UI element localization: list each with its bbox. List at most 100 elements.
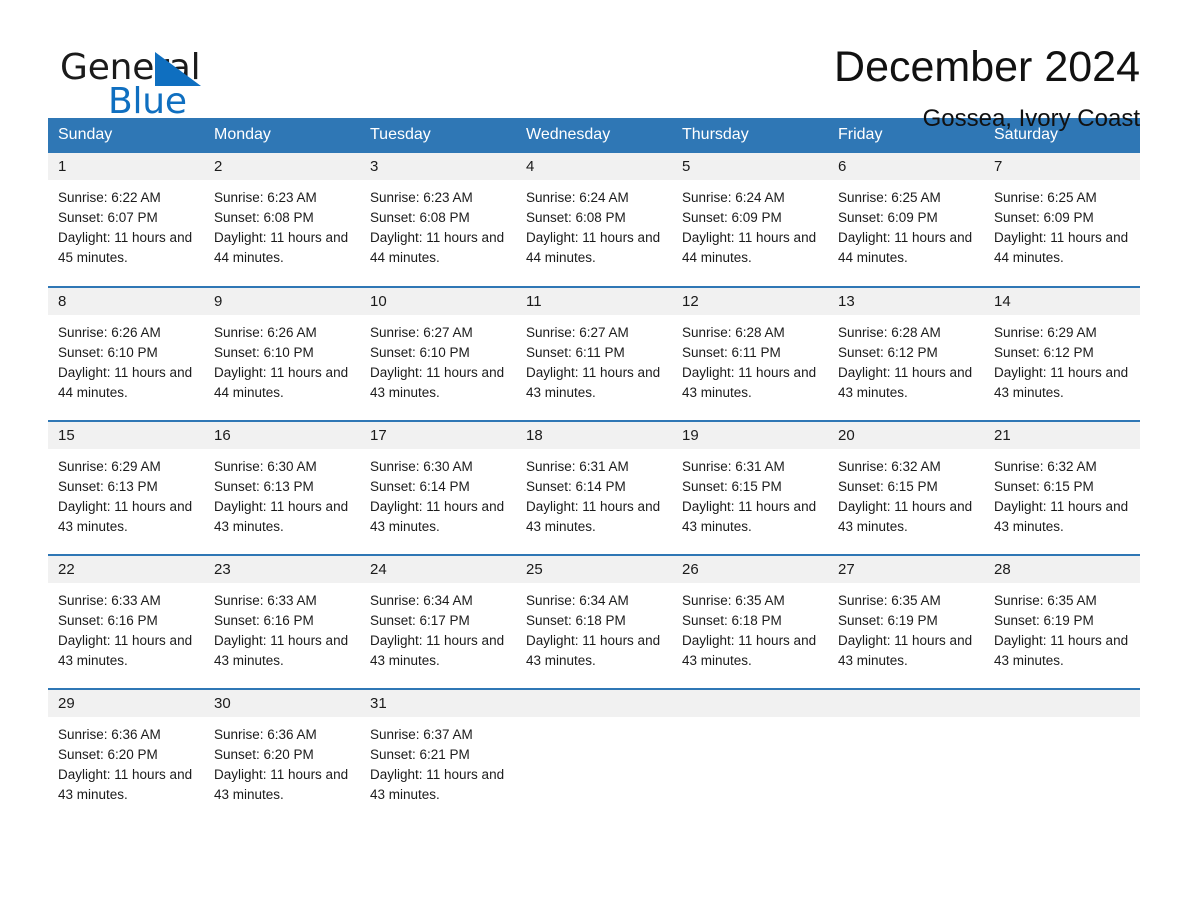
sunset-text: Sunset: 6:15 PM <box>838 479 938 494</box>
day-cell[interactable]: 17 Sunrise: 6:30 AM Sunset: 6:14 PM Dayl… <box>360 420 516 555</box>
week-row: 8 Sunrise: 6:26 AM Sunset: 6:10 PM Dayli… <box>48 286 1140 421</box>
daylight-text: Daylight: 11 hours and 44 minutes. <box>682 230 817 265</box>
day-details: Sunrise: 6:36 AM Sunset: 6:20 PM Dayligh… <box>48 717 204 805</box>
day-number <box>984 690 1140 717</box>
day-cell[interactable]: 25 Sunrise: 6:34 AM Sunset: 6:18 PM Dayl… <box>516 554 672 689</box>
day-cell[interactable]: 5 Sunrise: 6:24 AM Sunset: 6:09 PM Dayli… <box>672 153 828 287</box>
sunrise-text: Sunrise: 6:23 AM <box>214 190 317 205</box>
day-details: Sunrise: 6:27 AM Sunset: 6:11 PM Dayligh… <box>516 315 672 403</box>
daylight-text: Daylight: 11 hours and 44 minutes. <box>838 230 973 265</box>
brand-logo[interactable]: General Blue <box>48 42 308 122</box>
daylight-text: Daylight: 11 hours and 43 minutes. <box>370 365 505 400</box>
daylight-text: Daylight: 11 hours and 44 minutes. <box>58 365 193 400</box>
daylight-text: Daylight: 11 hours and 43 minutes. <box>994 365 1129 400</box>
day-number: 29 <box>48 690 204 717</box>
day-number: 21 <box>984 422 1140 449</box>
sunrise-text: Sunrise: 6:36 AM <box>58 727 161 742</box>
page-header: General Blue December 2024 Gossea, Ivory… <box>48 0 1140 132</box>
sunset-text: Sunset: 6:13 PM <box>58 479 158 494</box>
sunrise-text: Sunrise: 6:27 AM <box>370 325 473 340</box>
day-details: Sunrise: 6:31 AM Sunset: 6:15 PM Dayligh… <box>672 449 828 537</box>
day-details: Sunrise: 6:35 AM Sunset: 6:19 PM Dayligh… <box>984 583 1140 671</box>
day-cell[interactable]: 4 Sunrise: 6:24 AM Sunset: 6:08 PM Dayli… <box>516 153 672 287</box>
day-cell[interactable]: 28 Sunrise: 6:35 AM Sunset: 6:19 PM Dayl… <box>984 554 1140 689</box>
day-details: Sunrise: 6:24 AM Sunset: 6:09 PM Dayligh… <box>672 180 828 268</box>
day-cell[interactable]: 13 Sunrise: 6:28 AM Sunset: 6:12 PM Dayl… <box>828 286 984 421</box>
day-number: 24 <box>360 556 516 583</box>
day-details: Sunrise: 6:33 AM Sunset: 6:16 PM Dayligh… <box>48 583 204 671</box>
day-details: Sunrise: 6:25 AM Sunset: 6:09 PM Dayligh… <box>984 180 1140 268</box>
day-cell[interactable]: 24 Sunrise: 6:34 AM Sunset: 6:17 PM Dayl… <box>360 554 516 689</box>
day-cell[interactable]: 26 Sunrise: 6:35 AM Sunset: 6:18 PM Dayl… <box>672 554 828 689</box>
day-cell[interactable]: 15 Sunrise: 6:29 AM Sunset: 6:13 PM Dayl… <box>48 420 204 555</box>
day-cell[interactable]: 6 Sunrise: 6:25 AM Sunset: 6:09 PM Dayli… <box>828 153 984 287</box>
day-number: 30 <box>204 690 360 717</box>
calendar-body: 1 Sunrise: 6:22 AM Sunset: 6:07 PM Dayli… <box>48 153 1140 823</box>
sunrise-text: Sunrise: 6:34 AM <box>370 593 473 608</box>
day-cell[interactable]: 31 Sunrise: 6:37 AM Sunset: 6:21 PM Dayl… <box>360 688 516 823</box>
day-cell[interactable]: 18 Sunrise: 6:31 AM Sunset: 6:14 PM Dayl… <box>516 420 672 555</box>
day-cell[interactable]: 22 Sunrise: 6:33 AM Sunset: 6:16 PM Dayl… <box>48 554 204 689</box>
day-cell[interactable]: 7 Sunrise: 6:25 AM Sunset: 6:09 PM Dayli… <box>984 153 1140 287</box>
day-number: 2 <box>204 153 360 180</box>
day-number: 16 <box>204 422 360 449</box>
sunset-text: Sunset: 6:09 PM <box>682 210 782 225</box>
day-cell[interactable]: 8 Sunrise: 6:26 AM Sunset: 6:10 PM Dayli… <box>48 286 204 421</box>
day-number: 18 <box>516 422 672 449</box>
daylight-text: Daylight: 11 hours and 43 minutes. <box>58 767 193 802</box>
day-details: Sunrise: 6:37 AM Sunset: 6:21 PM Dayligh… <box>360 717 516 805</box>
day-cell[interactable]: 27 Sunrise: 6:35 AM Sunset: 6:19 PM Dayl… <box>828 554 984 689</box>
daylight-text: Daylight: 11 hours and 43 minutes. <box>214 499 349 534</box>
day-cell[interactable]: 11 Sunrise: 6:27 AM Sunset: 6:11 PM Dayl… <box>516 286 672 421</box>
daylight-text: Daylight: 11 hours and 43 minutes. <box>526 633 661 668</box>
sunset-text: Sunset: 6:11 PM <box>682 345 781 360</box>
day-cell[interactable]: 23 Sunrise: 6:33 AM Sunset: 6:16 PM Dayl… <box>204 554 360 689</box>
day-details: Sunrise: 6:30 AM Sunset: 6:14 PM Dayligh… <box>360 449 516 537</box>
sunset-text: Sunset: 6:09 PM <box>994 210 1094 225</box>
sunset-text: Sunset: 6:11 PM <box>526 345 625 360</box>
sunrise-text: Sunrise: 6:26 AM <box>214 325 317 340</box>
sunrise-text: Sunrise: 6:29 AM <box>58 459 161 474</box>
daylight-text: Daylight: 11 hours and 44 minutes. <box>214 230 349 265</box>
day-details <box>984 717 1140 725</box>
day-cell[interactable]: 9 Sunrise: 6:26 AM Sunset: 6:10 PM Dayli… <box>204 286 360 421</box>
day-cell[interactable]: 3 Sunrise: 6:23 AM Sunset: 6:08 PM Dayli… <box>360 153 516 287</box>
day-number: 10 <box>360 288 516 315</box>
day-cell[interactable]: 21 Sunrise: 6:32 AM Sunset: 6:15 PM Dayl… <box>984 420 1140 555</box>
sunset-text: Sunset: 6:14 PM <box>526 479 626 494</box>
day-cell[interactable]: 14 Sunrise: 6:29 AM Sunset: 6:12 PM Dayl… <box>984 286 1140 421</box>
day-number: 3 <box>360 153 516 180</box>
day-cell[interactable]: 1 Sunrise: 6:22 AM Sunset: 6:07 PM Dayli… <box>48 153 204 287</box>
sunrise-text: Sunrise: 6:31 AM <box>682 459 785 474</box>
sunrise-text: Sunrise: 6:35 AM <box>838 593 941 608</box>
day-details: Sunrise: 6:28 AM Sunset: 6:11 PM Dayligh… <box>672 315 828 403</box>
day-cell[interactable]: 16 Sunrise: 6:30 AM Sunset: 6:13 PM Dayl… <box>204 420 360 555</box>
weekday-header-sunday: Sunday <box>48 118 204 153</box>
sunset-text: Sunset: 6:09 PM <box>838 210 938 225</box>
daylight-text: Daylight: 11 hours and 43 minutes. <box>682 633 817 668</box>
sunrise-text: Sunrise: 6:31 AM <box>526 459 629 474</box>
day-cell[interactable]: 10 Sunrise: 6:27 AM Sunset: 6:10 PM Dayl… <box>360 286 516 421</box>
day-cell[interactable]: 29 Sunrise: 6:36 AM Sunset: 6:20 PM Dayl… <box>48 688 204 823</box>
sunrise-text: Sunrise: 6:22 AM <box>58 190 161 205</box>
day-details: Sunrise: 6:24 AM Sunset: 6:08 PM Dayligh… <box>516 180 672 268</box>
daylight-text: Daylight: 11 hours and 43 minutes. <box>370 499 505 534</box>
sunrise-text: Sunrise: 6:24 AM <box>526 190 629 205</box>
day-details: Sunrise: 6:22 AM Sunset: 6:07 PM Dayligh… <box>48 180 204 268</box>
daylight-text: Daylight: 11 hours and 43 minutes. <box>682 365 817 400</box>
sunset-text: Sunset: 6:20 PM <box>214 747 314 762</box>
day-details: Sunrise: 6:26 AM Sunset: 6:10 PM Dayligh… <box>48 315 204 403</box>
day-cell[interactable]: 2 Sunrise: 6:23 AM Sunset: 6:08 PM Dayli… <box>204 153 360 287</box>
day-number: 26 <box>672 556 828 583</box>
day-cell[interactable]: 19 Sunrise: 6:31 AM Sunset: 6:15 PM Dayl… <box>672 420 828 555</box>
day-details: Sunrise: 6:26 AM Sunset: 6:10 PM Dayligh… <box>204 315 360 403</box>
daylight-text: Daylight: 11 hours and 43 minutes. <box>682 499 817 534</box>
week-row: 29 Sunrise: 6:36 AM Sunset: 6:20 PM Dayl… <box>48 688 1140 823</box>
daylight-text: Daylight: 11 hours and 45 minutes. <box>58 230 193 265</box>
day-details: Sunrise: 6:23 AM Sunset: 6:08 PM Dayligh… <box>360 180 516 268</box>
day-details: Sunrise: 6:30 AM Sunset: 6:13 PM Dayligh… <box>204 449 360 537</box>
day-cell[interactable]: 30 Sunrise: 6:36 AM Sunset: 6:20 PM Dayl… <box>204 688 360 823</box>
day-number: 23 <box>204 556 360 583</box>
day-cell[interactable]: 20 Sunrise: 6:32 AM Sunset: 6:15 PM Dayl… <box>828 420 984 555</box>
day-cell[interactable]: 12 Sunrise: 6:28 AM Sunset: 6:11 PM Dayl… <box>672 286 828 421</box>
